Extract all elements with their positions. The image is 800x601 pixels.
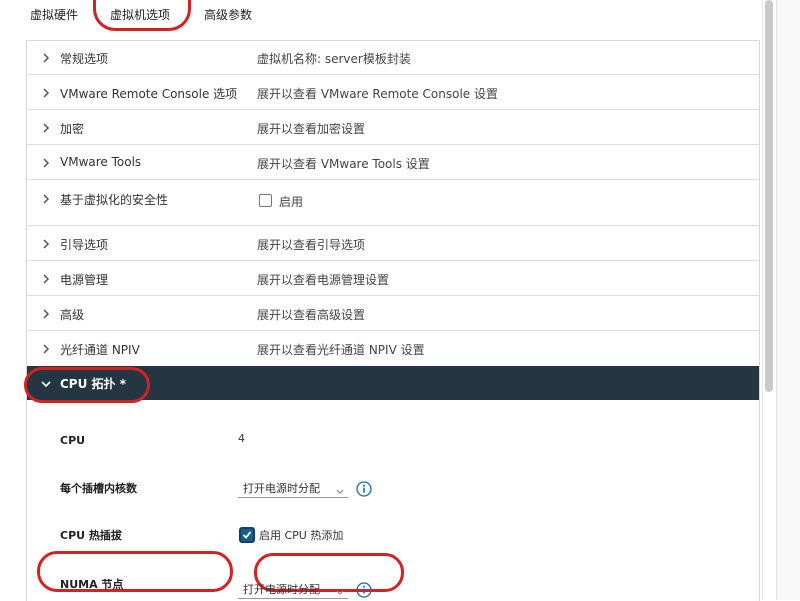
cores-per-socket-label: 每个插槽内核数 [60, 482, 137, 495]
chevron-right-icon [41, 309, 51, 319]
row-advanced[interactable]: 高级 展开以查看高级设置 [27, 296, 759, 331]
chevron-down-icon [336, 484, 344, 498]
row-value: 展开以查看电源管理设置 [257, 273, 390, 287]
row-value: 展开以查看 VMware Remote Console 设置 [257, 87, 498, 101]
chevron-right-icon [41, 53, 51, 63]
numa-nodes-select[interactable]: 打开电源时分配 [238, 579, 348, 599]
chevron-right-icon [41, 123, 51, 133]
numa-nodes-value: 打开电源时分配 [243, 583, 320, 596]
row-label: 光纤通道 NPIV [60, 343, 140, 357]
chevron-right-icon [41, 88, 51, 98]
scrollbar-thumb[interactable] [765, 0, 773, 392]
vbs-enable-label: 启用 [279, 195, 304, 209]
chevron-right-icon [41, 194, 51, 204]
cpu-hotplug-label: CPU 热插拔 [60, 529, 122, 542]
row-label: 基于虚拟化的安全性 [60, 193, 169, 207]
cpu-hot-add-label: 启用 CPU 热添加 [259, 529, 344, 542]
row-value: 展开以查看高级设置 [257, 308, 366, 322]
cores-per-socket-select[interactable]: 打开电源时分配 [238, 478, 348, 498]
row-value: 展开以查看加密设置 [257, 122, 366, 136]
tab-virtual-hardware[interactable]: 虚拟硬件 [30, 6, 78, 23]
row-value: 展开以查看 VMware Tools 设置 [257, 157, 430, 171]
tab-bar: 虚拟硬件 虚拟机选项 高级参数 [0, 0, 760, 32]
row-value: 虚拟机名称: server模板封装 [257, 52, 411, 66]
tab-vm-options[interactable]: 虚拟机选项 [110, 6, 170, 23]
info-icon[interactable] [356, 582, 372, 598]
row-label: 引导选项 [60, 238, 109, 252]
cores-per-socket-value: 打开电源时分配 [243, 482, 320, 495]
numa-nodes-label: NUMA 节点 [60, 578, 124, 591]
adjacent-pane-edge [776, 0, 800, 600]
row-vmware-tools[interactable]: VMware Tools 展开以查看 VMware Tools 设置 [27, 145, 759, 180]
row-label: 高级 [60, 308, 85, 322]
row-label: 常规选项 [60, 52, 109, 66]
row-value: 展开以查看引导选项 [257, 238, 366, 252]
row-general-options[interactable]: 常规选项 虚拟机名称: server模板封装 [27, 41, 759, 75]
cpu-topology-label: CPU 拓扑 * [60, 377, 126, 391]
row-fibre-channel-npiv[interactable]: 光纤通道 NPIV 展开以查看光纤通道 NPIV 设置 [27, 331, 759, 366]
cpu-value: 4 [238, 432, 245, 445]
row-label: 电源管理 [60, 273, 109, 287]
vm-options-panel: 常规选项 虚拟机名称: server模板封装 VMware Remote Con… [24, 40, 760, 601]
chevron-right-icon [41, 344, 51, 354]
row-label: 加密 [60, 122, 85, 136]
row-encryption[interactable]: 加密 展开以查看加密设置 [27, 110, 759, 145]
row-vbs[interactable]: 基于虚拟化的安全性 启用 [27, 180, 759, 226]
row-value: 展开以查看光纤通道 NPIV 设置 [257, 343, 425, 357]
row-vmrc-options[interactable]: VMware Remote Console 选项 展开以查看 VMware Re… [27, 75, 759, 110]
chevron-down-icon [41, 378, 51, 392]
row-power-management[interactable]: 电源管理 展开以查看电源管理设置 [27, 261, 759, 296]
chevron-down-icon [336, 585, 344, 599]
cpu-topology-header[interactable]: CPU 拓扑 * [27, 366, 759, 400]
info-icon[interactable] [356, 481, 372, 497]
tab-advanced-parameters[interactable]: 高级参数 [204, 6, 252, 23]
chevron-right-icon [41, 274, 51, 284]
cpu-hot-add-checkbox[interactable] [239, 527, 255, 543]
row-label: VMware Remote Console 选项 [60, 87, 238, 101]
row-label: VMware Tools [60, 155, 142, 169]
chevron-right-icon [41, 158, 51, 168]
chevron-right-icon [41, 239, 51, 249]
vbs-enable-checkbox[interactable] [259, 194, 272, 207]
cpu-label: CPU [60, 434, 86, 447]
row-boot-options[interactable]: 引导选项 展开以查看引导选项 [27, 226, 759, 261]
